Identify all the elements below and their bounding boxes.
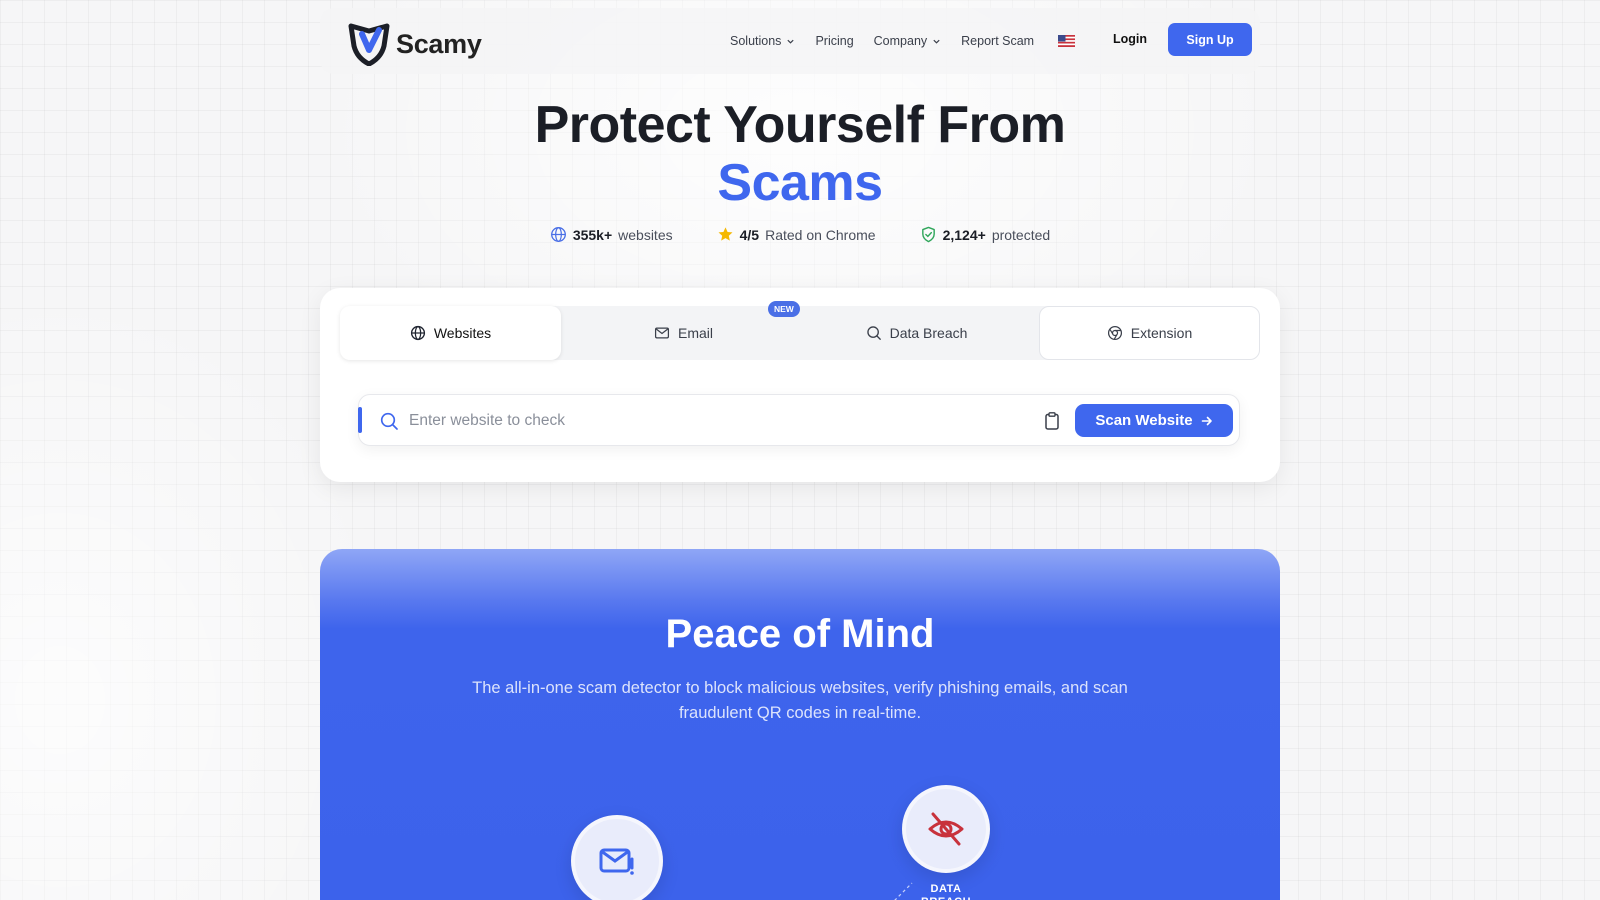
stat-rating: 4/5 Rated on Chrome bbox=[717, 226, 876, 243]
us-flag-icon bbox=[1058, 35, 1076, 47]
section-title-rest: of Mind bbox=[781, 612, 935, 656]
scan-website-button[interactable]: Scan Website bbox=[1075, 404, 1233, 437]
stat-websites-value: 355k+ bbox=[572, 226, 613, 243]
section-title-bold: Peace bbox=[665, 612, 782, 656]
brand-name: Scamy bbox=[396, 28, 482, 59]
data-breach-label: DATA BREACH bbox=[921, 883, 971, 900]
clipboard-paste-icon[interactable] bbox=[1043, 411, 1061, 431]
chrome-icon bbox=[1107, 325, 1122, 341]
site-header: Scamy Solutions Pricing Company Report S… bbox=[320, 8, 1260, 74]
nav-report-scam[interactable]: Report Scam bbox=[961, 34, 1034, 48]
stat-protected-label: protected bbox=[991, 226, 1051, 243]
hero-title: Protect Yourself From Scams bbox=[0, 96, 1600, 212]
stats-bar: 355k+ websites 4/5 Rated on Chrome 2,124… bbox=[0, 226, 1600, 243]
nav-report-scam-label: Report Scam bbox=[961, 34, 1035, 48]
language-selector[interactable] bbox=[1054, 35, 1076, 47]
section-title: Peace of Mind bbox=[320, 611, 1280, 657]
search-icon bbox=[866, 326, 881, 340]
tab-email-label: Email bbox=[677, 325, 713, 341]
star-icon bbox=[718, 227, 733, 241]
signup-button[interactable]: Sign Up bbox=[1168, 23, 1252, 56]
chevron-down-icon bbox=[787, 39, 795, 44]
tab-data-breach-label: Data Breach bbox=[889, 325, 968, 341]
connector-line bbox=[894, 882, 913, 900]
stat-rating-label: Rated on Chrome bbox=[765, 226, 876, 243]
stat-websites-label: websites bbox=[618, 226, 673, 243]
stat-protected: 2,124+ protected bbox=[920, 226, 1051, 243]
globe-icon bbox=[410, 325, 425, 341]
stat-protected-value: 2,124+ bbox=[942, 226, 986, 243]
tab-websites-label: Websites bbox=[433, 325, 492, 341]
website-url-input[interactable] bbox=[409, 405, 1009, 437]
email-feature-bubble bbox=[571, 815, 663, 900]
new-badge: NEW bbox=[768, 301, 800, 317]
tab-extension[interactable]: Extension bbox=[1039, 306, 1260, 360]
nav-pricing[interactable]: Pricing bbox=[815, 34, 853, 48]
tab-data-breach[interactable]: Data Breach bbox=[806, 306, 1027, 360]
scan-card: Websites Email NEW Data Breach Extension… bbox=[320, 288, 1280, 482]
scan-website-label: Scan Website bbox=[1095, 412, 1193, 429]
tab-extension-label: Extension bbox=[1130, 325, 1193, 341]
nav-company[interactable]: Company bbox=[874, 34, 942, 48]
chevron-down-icon bbox=[933, 39, 940, 44]
nav-solutions[interactable]: Solutions bbox=[730, 34, 795, 48]
main-nav: Solutions Pricing Company Report Scam bbox=[730, 8, 1076, 74]
eye-off-icon bbox=[928, 812, 964, 846]
stat-rating-value: 4/5 bbox=[739, 226, 760, 243]
website-search-bar: Scan Website bbox=[358, 394, 1240, 446]
scan-tabs: Websites Email NEW Data Breach Extension bbox=[340, 301, 1260, 360]
mail-icon bbox=[654, 327, 670, 339]
nav-pricing-label: Pricing bbox=[815, 34, 854, 48]
arrow-right-icon bbox=[1201, 416, 1212, 425]
mail-alert-icon bbox=[599, 848, 634, 875]
login-link[interactable]: Login bbox=[1113, 32, 1147, 46]
hero-title-accent: Scams bbox=[717, 154, 883, 212]
tab-email[interactable]: Email NEW bbox=[573, 301, 800, 360]
nav-solutions-label: Solutions bbox=[730, 34, 782, 48]
stat-websites: 355k+ websites bbox=[550, 226, 673, 243]
search-icon bbox=[380, 412, 398, 430]
globe-icon bbox=[550, 227, 566, 242]
peace-of-mind-section: Peace of Mind The all-in-one scam detect… bbox=[320, 549, 1280, 900]
nav-company-label: Company bbox=[873, 34, 928, 48]
shield-check-icon bbox=[921, 226, 935, 243]
scamy-shield-logo-icon bbox=[348, 23, 390, 66]
tab-websites[interactable]: Websites bbox=[340, 306, 561, 360]
section-subtitle: The all-in-one scam detector to block ma… bbox=[472, 679, 1128, 722]
data-breach-feature-bubble bbox=[902, 785, 990, 873]
hero-title-line1: Protect Yourself From bbox=[534, 96, 1066, 154]
logo[interactable]: Scamy bbox=[348, 22, 482, 66]
